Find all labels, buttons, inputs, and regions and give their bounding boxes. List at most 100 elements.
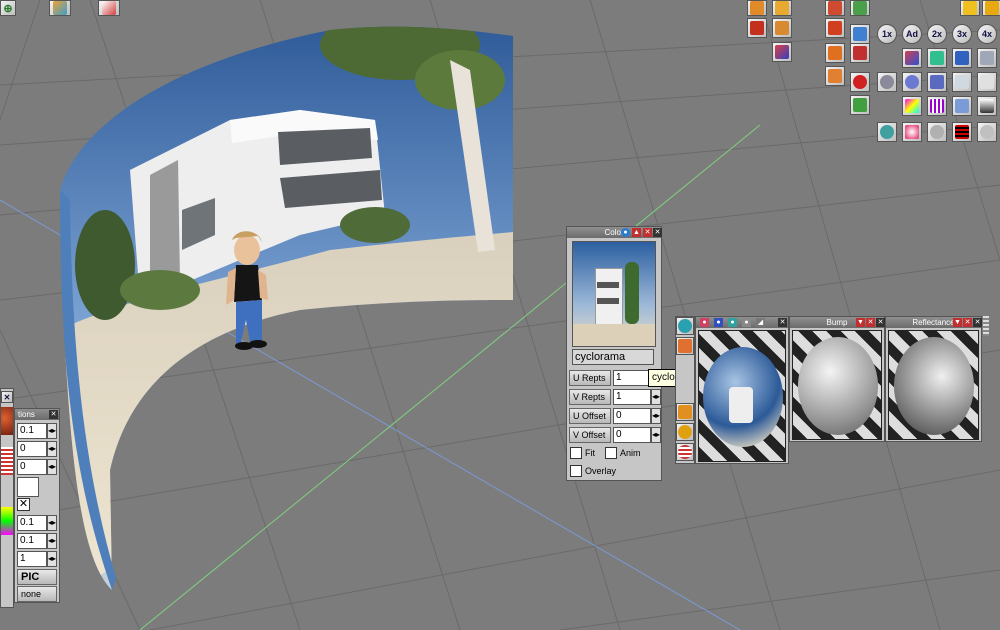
fog-icon[interactable] <box>977 72 997 92</box>
palette-icon[interactable]: ● <box>700 318 709 327</box>
render-tool-icon[interactable] <box>98 0 120 16</box>
texture-sphere-preview[interactable] <box>698 330 786 462</box>
option-field-3[interactable]: 0 <box>17 459 47 475</box>
striped-ball-icon[interactable] <box>676 443 694 461</box>
green-cube-icon[interactable] <box>927 48 947 68</box>
starburst-icon[interactable] <box>902 122 922 142</box>
reflectance-panel[interactable]: Reflectance ▼ ✕ ✕ <box>885 316 982 442</box>
house-icon[interactable] <box>825 0 845 16</box>
fit-checkbox[interactable] <box>570 447 582 459</box>
option-stepper-6[interactable]: ◂▸ <box>47 551 57 567</box>
teal-sphere-icon[interactable] <box>877 122 897 142</box>
u-offset-stepper[interactable]: ◂▸ <box>651 408 661 424</box>
link-icon[interactable]: ● <box>714 318 723 327</box>
checker-icon[interactable] <box>952 122 972 142</box>
panel-resize-handle[interactable] <box>983 316 989 336</box>
drops-icon[interactable] <box>927 72 947 92</box>
overlay-checkbox[interactable] <box>570 465 582 477</box>
chrome-sphere-icon[interactable] <box>927 122 947 142</box>
close-icon[interactable]: ✕ <box>778 318 787 327</box>
u-offset-field[interactable]: 0 <box>613 408 651 424</box>
texture-sphere-titlebar[interactable]: ● ● ● ● ◢ ✕ <box>696 317 788 328</box>
option-stepper-1[interactable]: ◂▸ <box>47 423 57 439</box>
options-titlebar[interactable]: tions ✕ <box>15 409 59 420</box>
red-box-icon[interactable] <box>825 18 845 38</box>
blue-drop-icon[interactable] <box>952 48 972 68</box>
orange-box-icon[interactable] <box>825 43 845 63</box>
v-repts-stepper[interactable]: ◂▸ <box>651 389 661 405</box>
v-offset-field[interactable]: 0 <box>613 427 651 443</box>
texture-sphere-panel[interactable]: ● ● ● ● ◢ ✕ <box>695 316 789 464</box>
sphere-grey-icon[interactable] <box>877 72 897 92</box>
arrow-down-icon[interactable]: ▼ <box>856 318 865 327</box>
zoom-3x-button[interactable]: 3x <box>952 24 972 44</box>
close-icon[interactable]: ✕ <box>973 318 982 327</box>
option-field-5[interactable]: 0.1 <box>17 533 47 549</box>
stripes-icon[interactable] <box>927 96 947 116</box>
options-panel[interactable]: tions ✕ 0.1 ◂▸ 0 ◂▸ 0 ◂▸ ✕ 0.1 ◂▸ 0.1 ◂▸… <box>14 408 60 603</box>
option-field-1[interactable]: 0.1 <box>17 423 47 439</box>
cone-tool-icon[interactable] <box>676 337 694 355</box>
pin-icon[interactable]: ● <box>742 318 751 327</box>
box-icon[interactable] <box>772 18 792 38</box>
tree-icon[interactable] <box>850 95 870 115</box>
option-field-4[interactable]: 0.1 <box>17 515 47 531</box>
v-repts-field[interactable]: 1 <box>613 389 651 405</box>
option-stepper-2[interactable]: ◂▸ <box>47 441 57 457</box>
option-stepper-3[interactable]: ◂▸ <box>47 459 57 475</box>
orange-cube-icon[interactable] <box>747 0 767 16</box>
reflectance-titlebar[interactable]: Reflectance ▼ ✕ ✕ <box>886 317 982 328</box>
marble-icon[interactable] <box>952 96 972 116</box>
bubbles-icon[interactable] <box>902 72 922 92</box>
u-repts-field[interactable]: 1 <box>613 370 651 386</box>
no-entry-icon[interactable] <box>850 72 870 92</box>
texture-name-field[interactable]: cyclorama <box>572 349 654 365</box>
globe-icon[interactable]: ● <box>621 228 630 237</box>
person-icon[interactable] <box>850 43 870 63</box>
rainbow-swatch-icon[interactable] <box>1 507 13 535</box>
color-swatch[interactable] <box>17 477 39 497</box>
grey-gradient-icon[interactable] <box>977 96 997 116</box>
option-checkbox[interactable]: ✕ <box>17 498 30 511</box>
arrow-icon[interactable]: ◢ <box>756 318 765 327</box>
none-button[interactable]: none <box>17 586 57 602</box>
window-icon[interactable] <box>850 24 870 44</box>
add-button[interactable]: Ad <box>902 24 922 44</box>
close-icon[interactable]: ✕ <box>653 228 662 237</box>
house-green-icon[interactable] <box>850 0 870 16</box>
anim-checkbox[interactable] <box>605 447 617 459</box>
close-icon[interactable]: ✕ <box>963 318 972 327</box>
v-offset-stepper[interactable]: ◂▸ <box>651 427 661 443</box>
house-orange-icon[interactable] <box>825 66 845 86</box>
cube-tool-icon[interactable] <box>49 0 71 16</box>
bump-panel[interactable]: Bump ▼ ✕ ✕ <box>789 316 885 442</box>
option-field-2[interactable]: 0 <box>17 441 47 457</box>
reflectance-sphere-preview[interactable] <box>888 330 979 440</box>
sphere-swatch-icon[interactable] <box>1 407 13 435</box>
lightning-icon[interactable] <box>960 0 980 16</box>
color-panel[interactable]: Color ● ▲ ✕ ✕ cyclorama U Repts 1 ◂▸ V R… <box>566 226 662 481</box>
close-icon[interactable]: ✕ <box>1 391 13 403</box>
bump-titlebar[interactable]: Bump ▼ ✕ ✕ <box>790 317 885 328</box>
shield-icon[interactable] <box>772 42 792 62</box>
zoom-1x-button[interactable]: 1x <box>877 24 897 44</box>
texture-preview[interactable] <box>572 241 656 347</box>
close-icon[interactable]: ✕ <box>49 410 58 419</box>
zoom-4x-button[interactable]: 4x <box>977 24 997 44</box>
striped-swatch-icon[interactable] <box>1 447 13 475</box>
trophy-icon[interactable] <box>982 0 1000 16</box>
sphere-tool-icon[interactable] <box>676 317 694 335</box>
gradient-icon[interactable] <box>902 96 922 116</box>
red-figure-icon[interactable] <box>747 18 767 38</box>
bump-sphere-preview[interactable] <box>792 330 882 440</box>
zoom-2x-button[interactable]: 2x <box>927 24 947 44</box>
ball-tool-icon[interactable] <box>676 423 694 441</box>
color-panel-titlebar[interactable]: Color ● ▲ ✕ ✕ <box>567 227 662 238</box>
layers-icon[interactable] <box>902 48 922 68</box>
pic-button[interactable]: PIC <box>17 569 57 585</box>
close-icon[interactable]: ✕ <box>643 228 652 237</box>
sparkle-icon[interactable] <box>977 48 997 68</box>
metal-sphere-icon[interactable] <box>977 122 997 142</box>
gold-cube-icon[interactable] <box>772 0 792 16</box>
close-icon[interactable]: ✕ <box>876 318 885 327</box>
